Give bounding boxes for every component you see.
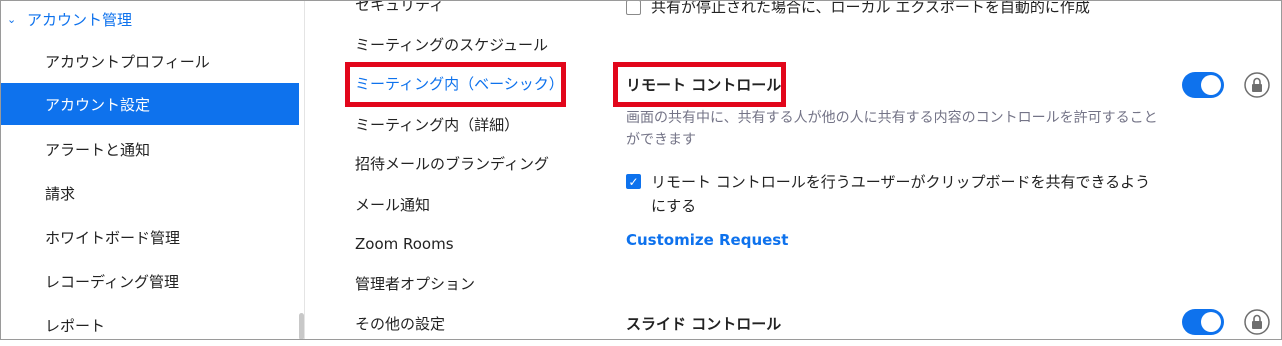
sidebar-item-label: ホワイトボード管理 <box>45 228 181 247</box>
sidebar-item-label: 請求 <box>45 184 76 203</box>
sidebar: ⌄ アカウント管理 アカウントプロフィール アカウント設定 アラートと通知 請求… <box>0 0 305 340</box>
chevron-down-icon: ⌄ <box>7 12 17 26</box>
local-export-checkbox[interactable] <box>626 0 641 15</box>
subnav-item-email-notification[interactable]: メール通知 <box>355 193 430 217</box>
clipboard-share-label: リモート コントロールを行うユーザーがクリップボードを共有できるようにする <box>651 173 1151 215</box>
sidebar-divider <box>304 0 305 340</box>
subnav-item-other-settings[interactable]: その他の設定 <box>355 312 445 336</box>
highlight-box-subnav <box>345 62 566 107</box>
subnav-item-meeting-schedule[interactable]: ミーティングのスケジュール <box>355 33 548 57</box>
sidebar-item-label: アカウントプロフィール <box>45 52 210 71</box>
lock-icon[interactable] <box>1244 309 1270 335</box>
subnav-item-admin-options[interactable]: 管理者オプション <box>355 272 475 296</box>
lock-icon[interactable] <box>1244 72 1270 98</box>
remote-control-description: 画面の共有中に、共有する人が他の人に共有する内容のコントロールを許可することがで… <box>626 110 1158 148</box>
sidebar-item-account-profile[interactable]: アカウントプロフィール <box>0 40 299 82</box>
sidebar-item-label: アカウント設定 <box>45 95 151 114</box>
toggle-knob <box>1201 312 1221 332</box>
sidebar-item-label: レコーディング管理 <box>45 272 179 291</box>
subnav-item-zoom-rooms[interactable]: Zoom Rooms <box>355 232 454 256</box>
subnav-item-in-meeting-advanced[interactable]: ミーティング内（詳細） <box>355 113 519 137</box>
remote-control-toggle[interactable] <box>1182 72 1224 98</box>
toggle-knob <box>1201 75 1221 95</box>
sidebar-item-alerts[interactable]: アラートと通知 <box>0 128 299 170</box>
local-export-label: 共有が停止された場合に、ローカル エクスポートを自動的に作成 <box>651 0 1090 16</box>
customize-request-link[interactable]: Customize Request <box>626 231 788 249</box>
sidebar-item-label: アラートと通知 <box>45 140 151 159</box>
highlight-box-title <box>613 62 786 107</box>
sidebar-section-label: アカウント管理 <box>27 10 133 29</box>
sidebar-item-whiteboard[interactable]: ホワイトボード管理 <box>0 216 299 258</box>
subnav-item-security[interactable]: セキュリティ <box>355 0 444 17</box>
sidebar-item-account-settings[interactable]: アカウント設定 <box>0 83 299 125</box>
slide-control-toggle[interactable] <box>1182 309 1224 335</box>
sidebar-item-label: レポート <box>45 316 106 335</box>
subnav-item-email-branding[interactable]: 招待メールのブランディング <box>355 152 549 176</box>
sidebar-section-account-management[interactable]: ⌄ アカウント管理 <box>7 8 132 30</box>
slide-control-title: スライド コントロール <box>626 315 782 333</box>
sidebar-item-billing[interactable]: 請求 <box>0 172 299 214</box>
clipboard-share-checkbox[interactable]: ✓ <box>626 174 641 189</box>
sidebar-item-recording[interactable]: レコーディング管理 <box>0 260 299 302</box>
